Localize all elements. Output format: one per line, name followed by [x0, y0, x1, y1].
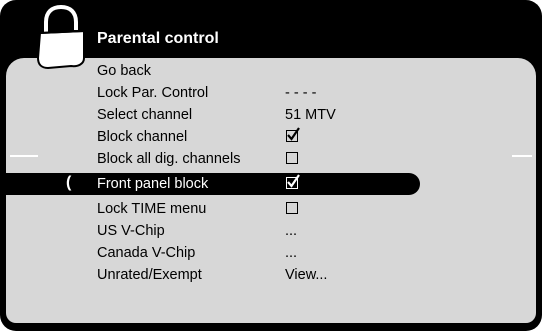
menu-item-label: Unrated/Exempt — [97, 267, 202, 283]
submenu-value[interactable]: ... — [285, 245, 297, 261]
submenu-value[interactable]: ... — [285, 223, 297, 239]
menu-item-block-channel[interactable]: Block channel — [0, 126, 542, 148]
menu-item-lock-par-control[interactable]: Lock Par. Control - - - - — [0, 82, 542, 104]
menu-item-canada-v-chip[interactable]: Canada V-Chip ... — [0, 242, 542, 264]
pin-code-field[interactable]: - - - - — [285, 85, 316, 101]
menu-item-label: Lock TIME menu — [97, 201, 207, 217]
channel-value[interactable]: 51 MTV — [285, 107, 336, 123]
menu-item-label: Block all dig. channels — [97, 151, 241, 167]
checkbox-checked[interactable] — [286, 127, 300, 142]
menu-item-label: Canada V-Chip — [97, 245, 196, 261]
menu-item-select-channel[interactable]: Select channel 51 MTV — [0, 104, 542, 126]
menu-item-front-panel-block[interactable]: ( Front panel block — [0, 173, 542, 195]
checkmark-icon — [287, 174, 300, 188]
selection-cursor-icon: ( — [66, 174, 72, 191]
menu-item-label: Block channel — [97, 129, 188, 145]
menu-item-label: Front panel block — [97, 176, 209, 192]
checkbox-unchecked[interactable] — [286, 202, 298, 214]
menu-item-lock-time-menu[interactable]: Lock TIME menu — [0, 198, 542, 220]
menu-item-block-all-dig-channels[interactable]: Block all dig. channels — [0, 148, 542, 170]
checkbox-unchecked[interactable] — [286, 152, 298, 164]
menu-item-label: Select channel — [97, 107, 193, 123]
menu-item-go-back[interactable]: Go back — [0, 60, 542, 82]
menu-item-label: Lock Par. Control — [97, 85, 209, 101]
checkmark-icon — [287, 127, 300, 141]
menu-item-label: US V-Chip — [97, 223, 165, 239]
view-value[interactable]: View... — [285, 267, 327, 283]
checkbox-checked[interactable] — [286, 174, 300, 189]
menu-item-unrated-exempt[interactable]: Unrated/Exempt View... — [0, 264, 542, 286]
menu-item-label: Go back — [97, 63, 151, 79]
tv-osd-screen: Parental control Go back Lock Par. Contr… — [0, 0, 542, 331]
menu-title: Parental control — [97, 30, 219, 47]
menu-item-us-v-chip[interactable]: US V-Chip ... — [0, 220, 542, 242]
